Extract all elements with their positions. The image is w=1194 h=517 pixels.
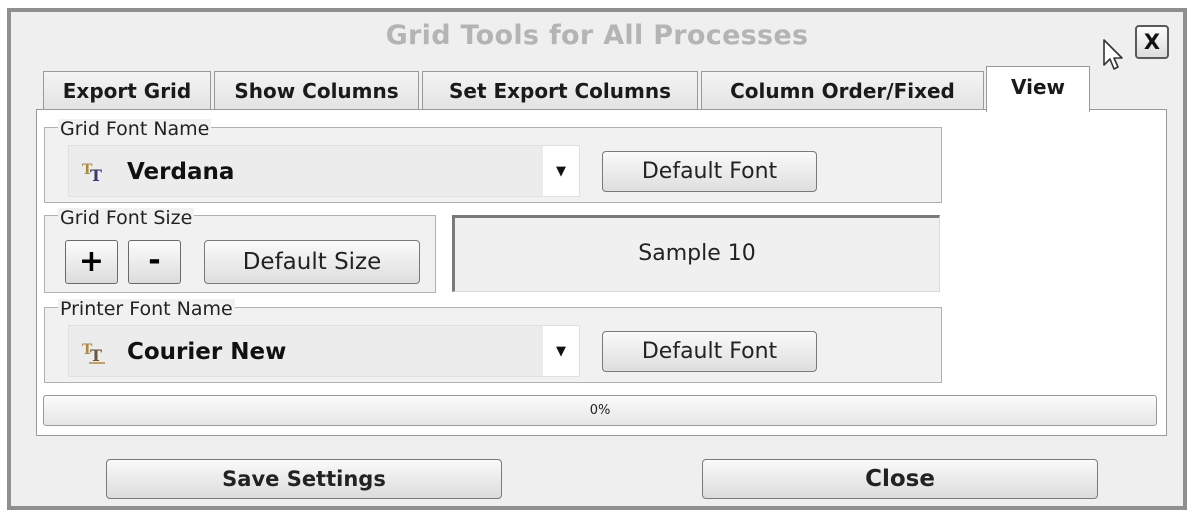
- svg-text:T: T: [90, 346, 102, 365]
- grid-font-name-legend: Grid Font Name: [58, 118, 212, 140]
- svg-text:T: T: [90, 166, 102, 185]
- default-size-button[interactable]: Default Size: [204, 240, 420, 284]
- printer-font-name-legend: Printer Font Name: [58, 298, 235, 320]
- tab-label: Show Columns: [234, 79, 399, 103]
- chevron-down-icon[interactable]: ▼: [543, 146, 579, 196]
- increase-font-size-button[interactable]: +: [65, 240, 118, 284]
- grid-font-value: Verdana: [127, 159, 235, 185]
- progress-bar: 0%: [43, 395, 1157, 426]
- font-sample-preview: Sample 10: [452, 215, 940, 292]
- tab-label: Column Order/Fixed: [730, 79, 955, 103]
- tab-label: View: [1010, 75, 1066, 99]
- printer-font-value: Courier New: [127, 339, 287, 365]
- close-button[interactable]: Close: [702, 459, 1098, 499]
- truetype-font-icon: T T: [82, 342, 105, 365]
- progress-label: 0%: [589, 403, 611, 418]
- grid-font-size-legend: Grid Font Size: [58, 207, 195, 229]
- grid-font-select[interactable]: T T Verdana ▼: [68, 145, 580, 197]
- close-icon: X: [1143, 30, 1161, 54]
- dialog-title: Grid Tools for All Processes: [385, 20, 809, 51]
- tab-label: Export Grid: [62, 79, 192, 103]
- decrease-font-size-button[interactable]: -: [128, 240, 181, 284]
- tab-column-order-fixed[interactable]: Column Order/Fixed: [701, 71, 984, 111]
- chevron-down-icon[interactable]: ▼: [543, 326, 579, 376]
- printer-font-select[interactable]: T T Courier New ▼: [68, 325, 580, 377]
- tab-show-columns[interactable]: Show Columns: [214, 71, 419, 111]
- close-dialog-button[interactable]: X: [1135, 25, 1169, 59]
- grid-default-font-button[interactable]: Default Font: [602, 151, 817, 192]
- printer-default-font-button[interactable]: Default Font: [602, 331, 817, 372]
- save-settings-button[interactable]: Save Settings: [106, 459, 502, 499]
- mouse-pointer-icon: [1103, 39, 1123, 70]
- tab-export-grid[interactable]: Export Grid: [43, 71, 211, 111]
- tab-set-export-columns[interactable]: Set Export Columns: [422, 71, 698, 111]
- tab-view[interactable]: View: [986, 66, 1090, 112]
- truetype-font-icon: T T: [82, 162, 102, 185]
- tab-label: Set Export Columns: [449, 79, 671, 103]
